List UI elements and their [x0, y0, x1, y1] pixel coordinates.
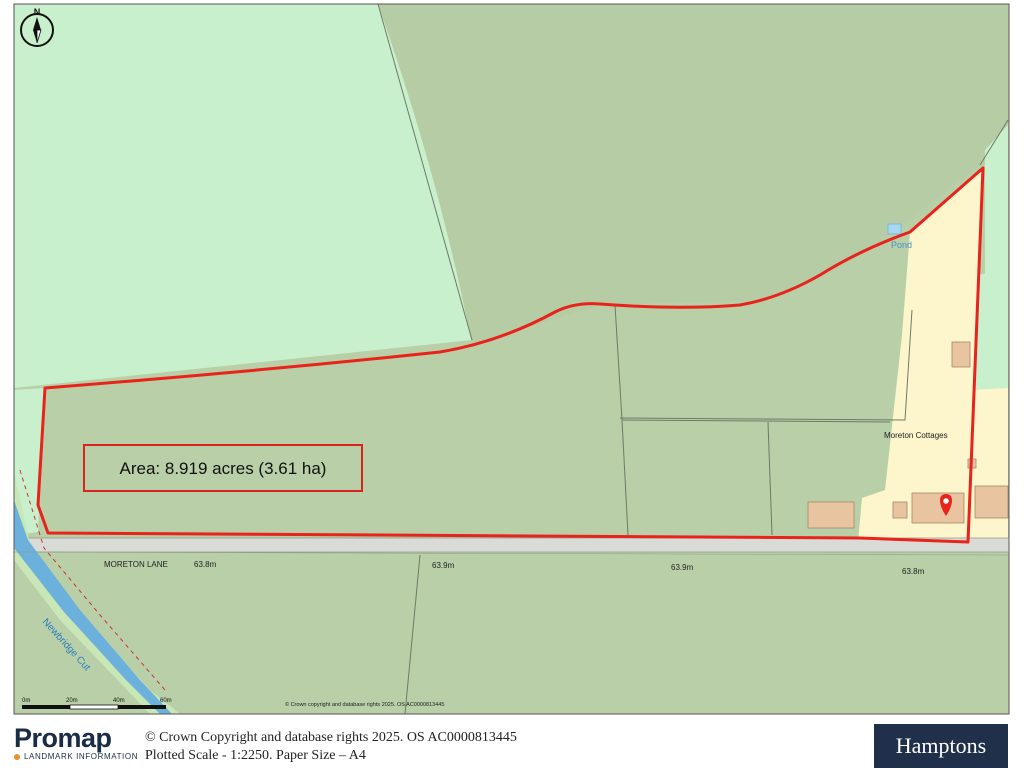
area-label: Area: 8.919 acres (3.61 ha)	[120, 459, 327, 478]
footer-copyright: © Crown Copyright and database rights 20…	[145, 730, 517, 745]
elevation-label: 63.8m	[902, 567, 925, 576]
hamptons-logo: Hamptons	[874, 724, 1008, 768]
east-field	[985, 125, 1008, 275]
promap-name: Promap	[14, 723, 112, 753]
promap-tagline: LANDMARK INFORMATION	[14, 752, 138, 761]
moreton-lane-road	[14, 538, 1009, 552]
promap-dot-icon	[14, 753, 20, 760]
elevation-label: 63.9m	[432, 561, 455, 570]
footer-text: © Crown Copyright and database rights 20…	[145, 729, 517, 765]
scale-tick-label: 60m	[160, 698, 172, 704]
moreton-cottages-label: Moreton Cottages	[884, 431, 948, 440]
moreton-lane-label: MORETON LANE	[104, 560, 168, 569]
site-plan-map: Area: 8.919 acres (3.61 ha) Pond Moreton…	[13, 3, 1010, 715]
pond	[887, 223, 902, 235]
promap-tagline-text: LANDMARK INFORMATION	[24, 752, 139, 761]
pond-label: Pond	[891, 240, 912, 250]
scale-tick-label: 20m	[66, 698, 78, 704]
north-label: N	[34, 7, 41, 17]
footer-scale: Plotted Scale - 1:2250. Paper Size – A4	[145, 748, 366, 763]
promap-logo: Promap LANDMARK INFORMATION	[14, 724, 138, 761]
scale-tick-label: 0m	[22, 698, 30, 704]
scale-tick-label: 40m	[113, 698, 125, 704]
elevation-label: 63.9m	[671, 563, 694, 572]
map-copyright-label: © Crown copyright and database rights 20…	[285, 701, 444, 708]
elevation-label: 63.8m	[194, 560, 217, 569]
